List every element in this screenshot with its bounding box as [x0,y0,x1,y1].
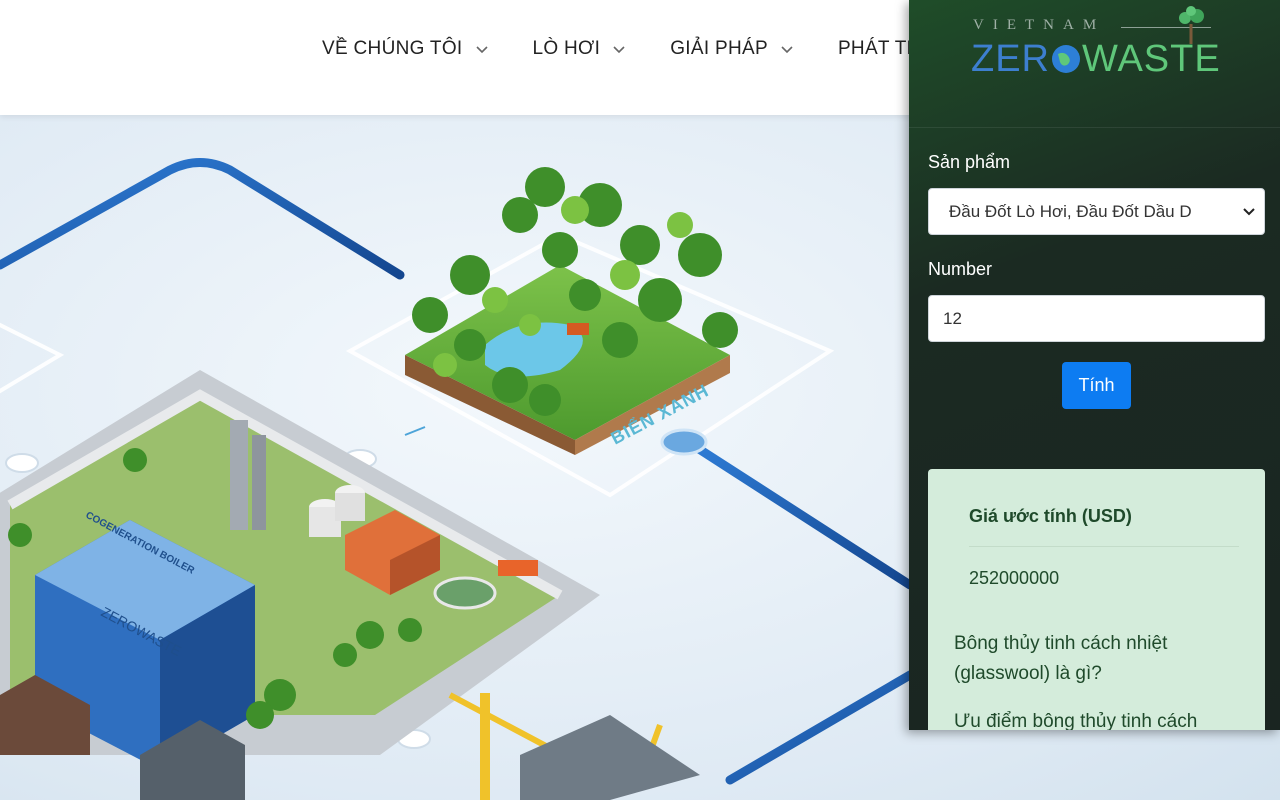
chevron-down-icon [613,46,625,54]
pipe-node [660,428,708,456]
chevron-down-icon [1243,208,1255,216]
forest-island [405,167,738,455]
result-divider [969,546,1239,547]
nav-item-label: VỀ CHÚNG TÔI [322,38,463,59]
blue-pipe [0,158,405,280]
price-calculator-panel: VIETNAM ZER WASTE Sản phẩm Đầu Đốt Lò Hơi… [909,0,1280,730]
chevron-down-icon [475,46,488,54]
product-select-value: Đầu Đốt Lò Hơi, Đầu Đốt Dầu D [949,201,1192,221]
product-select[interactable]: Đầu Đốt Lò Hơi, Đầu Đốt Dầu D [928,188,1265,235]
product-label: Sản phẩm [928,152,1011,172]
nav-item-boiler[interactable]: LÒ HƠI [533,38,627,60]
logo-tagline: VIETNAM [973,17,1106,33]
nav-menu: VỀ CHÚNG TÔI LÒ HƠI GIẢI PHÁP PHÁT TR [322,38,965,60]
arrow-indicator [404,426,426,436]
zerowaste-logo[interactable]: VIETNAM ZER WASTE [971,6,1231,80]
result-title: Giá ước tính (USD) [969,506,1132,526]
result-value: 252000000 [969,568,1060,588]
globe-icon [1052,45,1080,73]
nav-item-about[interactable]: VỀ CHÚNG TÔI [322,38,489,60]
number-input-value: 12 [943,308,962,328]
number-label: Number [928,259,993,279]
nav-item-label: GIẢI PHÁP [670,38,768,59]
article-link[interactable]: Ưu điểm bông thủy tinh cách [954,707,1214,730]
panel-header: VIETNAM ZER WASTE [909,0,1280,128]
result-card: Giá ước tính (USD) 252000000 Bông thủy t… [928,469,1265,730]
connector-node [5,453,39,473]
industrial-island: COGENERATION BOILER ZEROWASTE [0,370,600,800]
number-input[interactable]: 12 [928,295,1265,342]
chevron-down-icon [781,46,793,54]
blue-pipe [680,435,915,590]
construction-crane [448,692,700,800]
article-link[interactable]: Bông thủy tinh cách nhiệt (glasswool) là… [954,629,1214,689]
nav-item-label: LÒ HƠI [532,38,601,59]
tree-icon [1179,6,1204,44]
blue-pipe [725,670,915,785]
nav-item-solutions[interactable]: GIẢI PHÁP [670,38,794,60]
platform-outline [0,322,65,394]
calculate-button[interactable]: Tính [1062,362,1131,409]
